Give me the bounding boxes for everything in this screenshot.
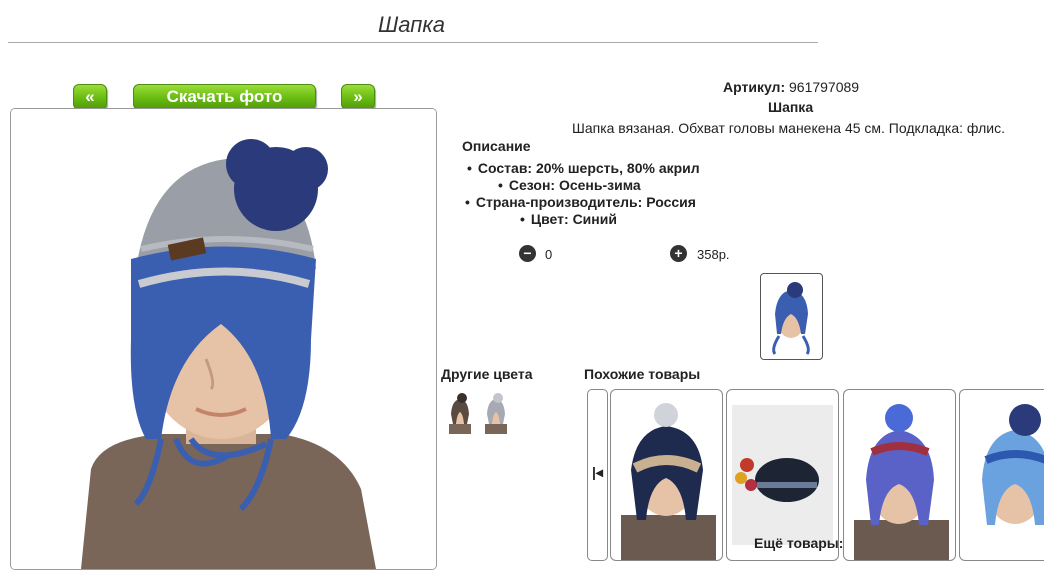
color-variant-grey[interactable] <box>482 392 510 434</box>
page-title: Шапка <box>378 12 445 37</box>
color-variant-brown[interactable] <box>446 392 474 434</box>
plus-icon[interactable]: + <box>670 245 687 262</box>
similar-product-image <box>854 404 949 560</box>
prev-photo-button[interactable]: « <box>73 84 107 110</box>
color-variant-brown-image <box>449 393 471 434</box>
similar-product-card[interactable] <box>959 389 1044 561</box>
spec-composition: Состав: 20% шерсть, 80% акрил <box>467 160 700 176</box>
photo-thumbnail[interactable] <box>760 273 823 360</box>
similar-products-heading: Похожие товары <box>584 366 701 382</box>
title-divider <box>8 42 818 43</box>
article-value: 961797089 <box>789 79 860 95</box>
similar-product-image <box>621 403 716 560</box>
product-name: Шапка <box>768 99 814 115</box>
similar-product-card[interactable] <box>610 389 723 561</box>
quantity-value: 0 <box>545 247 553 262</box>
main-product-photo[interactable] <box>10 108 437 570</box>
hat-photo-illustration <box>11 109 436 569</box>
similar-product-image <box>982 404 1044 525</box>
product-description: Шапка вязаная. Обхват головы манекена 45… <box>572 120 1006 136</box>
other-colors-heading: Другие цвета <box>441 366 533 382</box>
spec-country: Страна-производитель: Россия <box>465 194 696 210</box>
price-value: 358р. <box>697 247 730 262</box>
article-label: Артикул: <box>723 79 786 95</box>
thumbnail-illustration <box>772 282 810 355</box>
minus-icon[interactable]: − <box>519 245 536 262</box>
description-heading: Описание <box>462 138 531 154</box>
download-photo-button[interactable]: Скачать фото <box>133 84 316 110</box>
next-photo-button[interactable]: » <box>341 84 375 110</box>
chevron-left-icon: |◂ <box>592 464 603 480</box>
spec-season: Сезон: Осень-зима <box>498 177 641 193</box>
spec-color: Цвет: Синий <box>520 211 617 227</box>
color-variant-grey-image <box>485 393 507 434</box>
more-products-heading: Ещё товары: <box>754 535 844 551</box>
carousel-prev-button[interactable]: |◂ <box>587 389 608 561</box>
similar-product-card[interactable] <box>843 389 956 561</box>
